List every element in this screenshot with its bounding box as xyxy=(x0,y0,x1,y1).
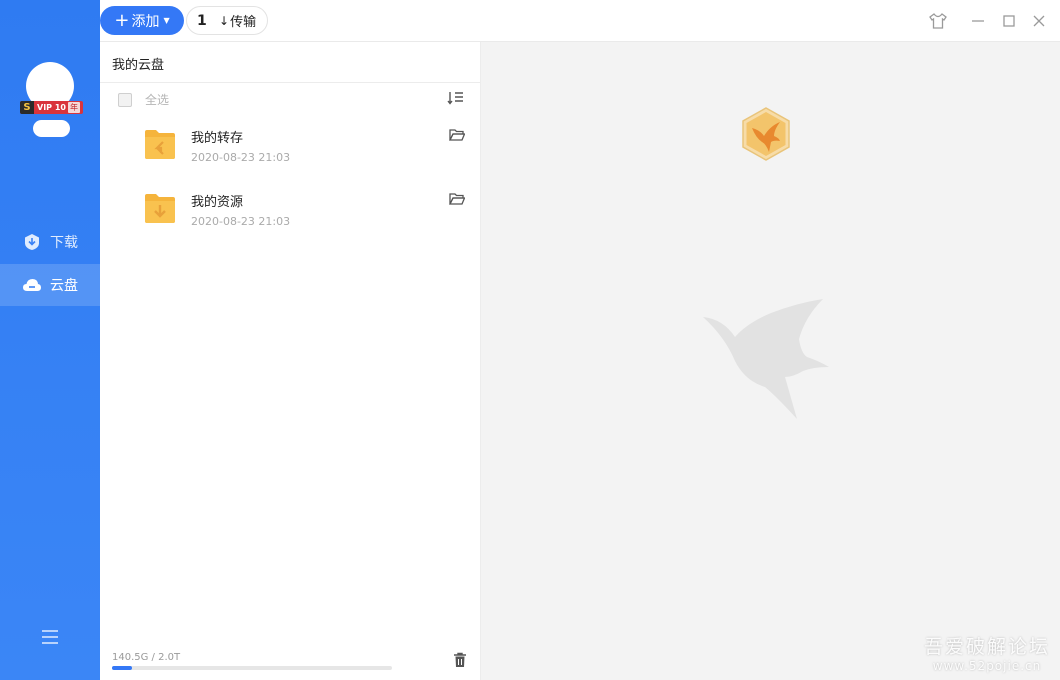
plus-icon: + xyxy=(114,9,130,31)
open-folder-icon[interactable] xyxy=(448,192,466,206)
app-logo-icon xyxy=(740,106,792,162)
skin-shirt-icon[interactable] xyxy=(928,11,948,31)
preview-area: 吾爱破解论坛 www.52pojie.cn xyxy=(481,42,1060,680)
add-button-label: 添加 xyxy=(131,13,160,30)
open-folder-icon[interactable] xyxy=(448,128,466,142)
sidebar-item-download[interactable]: 下载 xyxy=(0,221,100,263)
vip-year: 年 xyxy=(67,102,80,113)
close-icon[interactable] xyxy=(1029,11,1049,31)
storage-usage-text: 140.5G / 2.0T xyxy=(112,652,181,663)
divider xyxy=(100,82,481,83)
sort-icon[interactable] xyxy=(447,91,465,105)
file-name: 我的转存 xyxy=(191,131,244,146)
transfer-count: 1 xyxy=(197,12,207,29)
storage-progress-bar xyxy=(112,666,392,670)
vip-level: VIP 10 xyxy=(37,103,66,112)
file-name: 我的资源 xyxy=(191,195,244,210)
arrow-down-icon: ↓ xyxy=(219,13,230,28)
forum-watermark: 吾爱破解论坛 www.52pojie.cn xyxy=(924,632,1050,673)
file-date: 2020-08-23 21:03 xyxy=(191,215,291,228)
sidebar-item-label: 云盘 xyxy=(50,278,78,294)
checkbox[interactable] xyxy=(118,92,132,107)
cloud-icon xyxy=(22,276,42,294)
vip-badge[interactable]: S VIP 10 年 xyxy=(20,101,83,114)
list-item[interactable]: 我的资源 2020-08-23 21:03 xyxy=(100,178,481,238)
maximize-icon[interactable] xyxy=(999,11,1019,31)
username-pill[interactable] xyxy=(33,120,70,137)
add-button[interactable]: + 添加 ▼ xyxy=(100,6,184,35)
folder-icon xyxy=(144,192,176,224)
file-panel: 我的云盘 全选 我的转存 2020-08-23 21:03 我的资源 2020-… xyxy=(100,42,481,680)
transfer-label: 传输 xyxy=(230,15,257,30)
bird-watermark-icon xyxy=(701,297,831,422)
watermark-url: www.52pojie.cn xyxy=(932,659,1042,673)
sidebar-item-label: 下载 xyxy=(50,235,78,251)
top-toolbar: + 添加 ▼ 1 ↓ 传输 xyxy=(100,0,1060,42)
list-item[interactable]: 我的转存 2020-08-23 21:03 xyxy=(100,114,481,174)
storage-progress-fill xyxy=(112,666,132,670)
sidebar-item-cloud[interactable]: 云盘 xyxy=(0,264,100,306)
select-all-label: 全选 xyxy=(145,93,170,107)
file-date: 2020-08-23 21:03 xyxy=(191,151,291,164)
folder-icon xyxy=(144,128,176,160)
minimize-icon[interactable] xyxy=(968,11,988,31)
trash-icon[interactable] xyxy=(453,652,467,668)
chevron-down-icon: ▼ xyxy=(163,16,170,25)
page-title: 我的云盘 xyxy=(112,58,165,73)
watermark-cn: 吾爱破解论坛 xyxy=(923,636,1050,658)
vip-s-icon: S xyxy=(20,101,34,114)
download-shield-icon xyxy=(22,233,42,251)
transfer-button[interactable]: 1 ↓ 传输 xyxy=(186,6,268,35)
sidebar: S VIP 10 年 下载 云盘 xyxy=(0,0,100,680)
hamburger-menu-icon[interactable] xyxy=(40,628,60,646)
select-all-checkbox[interactable]: 全选 xyxy=(118,91,169,108)
